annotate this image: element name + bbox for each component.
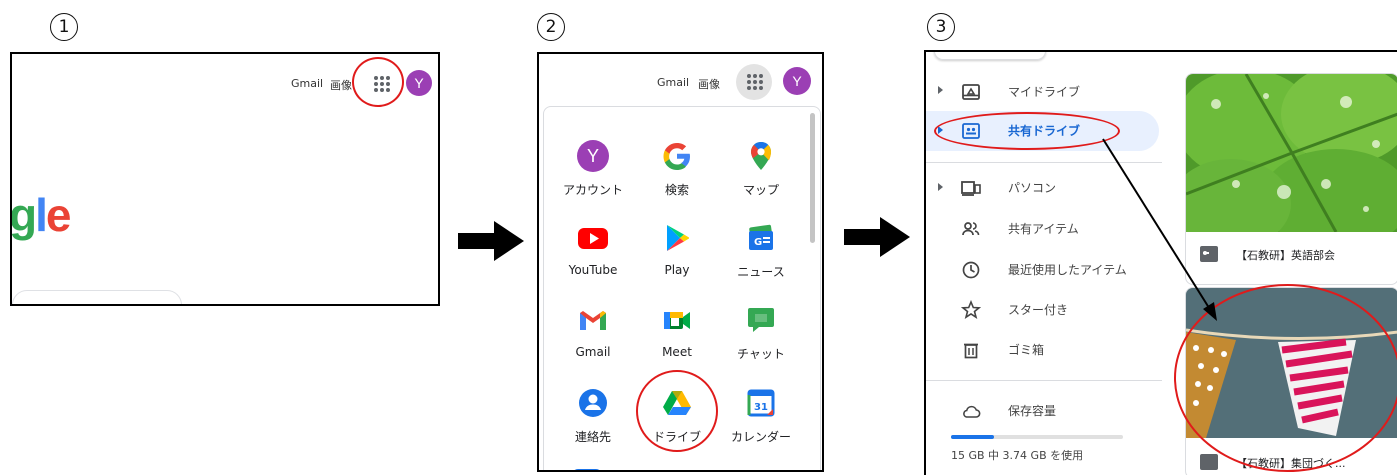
- arrow-right-icon: [458, 221, 524, 261]
- computers-icon: [961, 181, 981, 196]
- cloud-icon: [963, 405, 981, 418]
- search-box-edge[interactable]: [12, 290, 182, 304]
- panel-2-apps-menu: Gmail 画像 Y Y アカウント 検索 マップ YouTube Play G…: [537, 52, 824, 472]
- nav-storage[interactable]: 保存容量: [926, 392, 1176, 430]
- storage-bar: [951, 435, 1123, 439]
- maps-icon: [745, 140, 777, 172]
- app-label: 検索: [664, 183, 689, 197]
- account-avatar[interactable]: Y: [783, 67, 811, 95]
- apps-grid-icon: [747, 74, 763, 90]
- app-label: チャット: [737, 347, 785, 361]
- partial-app-icon: [742, 471, 770, 472]
- app-contacts[interactable]: 連絡先: [553, 387, 633, 445]
- chat-icon: [745, 304, 777, 336]
- nav-label: ゴミ箱: [1008, 343, 1045, 357]
- app-label: アカウント: [562, 183, 623, 197]
- gmail-link[interactable]: Gmail: [657, 76, 689, 89]
- app-calendar[interactable]: 31 カレンダー: [721, 387, 801, 445]
- step-1-label: 1: [50, 12, 78, 41]
- svg-text:31: 31: [754, 402, 768, 413]
- recent-icon: [962, 261, 980, 279]
- app-label: Play: [664, 263, 690, 277]
- app-label: Meet: [662, 345, 692, 359]
- my-drive-icon: [962, 84, 980, 100]
- nav-divider: [926, 380, 1162, 381]
- nav-label: マイドライブ: [1008, 85, 1081, 99]
- shared-drive-icon: [1200, 454, 1218, 470]
- contacts-icon: [577, 387, 609, 419]
- svg-text:G: G: [754, 237, 762, 248]
- nav-trash[interactable]: ゴミ箱: [926, 331, 1176, 369]
- trash-icon: [964, 343, 978, 359]
- partial-app-icon: [658, 471, 682, 472]
- nav-label: 共有アイテム: [1008, 222, 1079, 236]
- gmail-link[interactable]: Gmail: [291, 77, 323, 90]
- images-link[interactable]: 画像: [330, 77, 352, 93]
- storage-text: 15 GB 中 3.74 GB を使用: [951, 449, 1084, 462]
- app-gmail[interactable]: Gmail: [553, 304, 633, 359]
- app-youtube[interactable]: YouTube: [553, 222, 633, 277]
- dropdown-scrollbar[interactable]: [810, 113, 815, 243]
- panel-1-google-home: Gmail 画像 Y gle: [10, 52, 440, 306]
- app-label: マップ: [742, 183, 779, 197]
- highlight-drive-circle: [636, 370, 718, 452]
- highlight-shared-drives-circle: [934, 112, 1120, 150]
- calendar-icon: 31: [745, 387, 777, 419]
- google-logo-fragment: gle: [10, 189, 71, 241]
- account-icon: Y: [577, 140, 609, 172]
- new-button-edge[interactable]: [934, 52, 1046, 60]
- meet-icon: [661, 304, 693, 336]
- images-link[interactable]: 画像: [698, 76, 720, 92]
- app-label: YouTube: [568, 263, 618, 277]
- app-chat[interactable]: チャット: [721, 304, 801, 362]
- news-icon: G: [745, 222, 777, 254]
- shared-with-me-icon: [962, 222, 980, 236]
- app-label: Gmail: [575, 345, 611, 359]
- starred-icon: [961, 300, 981, 319]
- expand-arrow-icon[interactable]: [938, 183, 943, 191]
- highlight-apps-circle: [352, 57, 404, 107]
- app-news[interactable]: G ニュース: [721, 222, 801, 280]
- storage-bar-fill: [951, 435, 994, 439]
- nav-label: 保存容量: [1008, 404, 1057, 418]
- account-avatar[interactable]: Y: [406, 70, 432, 96]
- partial-app-icon: [572, 469, 602, 470]
- play-icon: [661, 222, 693, 254]
- app-account[interactable]: Y アカウント: [553, 140, 633, 198]
- app-label: 連絡先: [574, 430, 611, 444]
- app-label: カレンダー: [730, 430, 791, 444]
- nav-my-drive[interactable]: マイドライブ: [926, 73, 1176, 111]
- app-play[interactable]: Play: [637, 222, 717, 277]
- expand-arrow-icon[interactable]: [938, 86, 943, 94]
- step-2-label: 2: [537, 12, 565, 41]
- card-title: 【石教研】英語部会: [1236, 249, 1335, 262]
- app-label: ニュース: [737, 265, 785, 279]
- google-search-icon: [661, 140, 693, 172]
- gmail-icon: [577, 304, 609, 336]
- nav-label: パソコン: [1008, 181, 1057, 195]
- youtube-icon: [577, 222, 609, 254]
- app-meet[interactable]: Meet: [637, 304, 717, 359]
- pointer-arrow-icon: [1102, 138, 1217, 321]
- step-3-label: 3: [927, 12, 955, 41]
- arrow-right-icon: [844, 217, 910, 257]
- nav-label: スター付き: [1008, 303, 1069, 317]
- app-maps[interactable]: マップ: [721, 140, 801, 198]
- app-search[interactable]: 検索: [637, 140, 717, 198]
